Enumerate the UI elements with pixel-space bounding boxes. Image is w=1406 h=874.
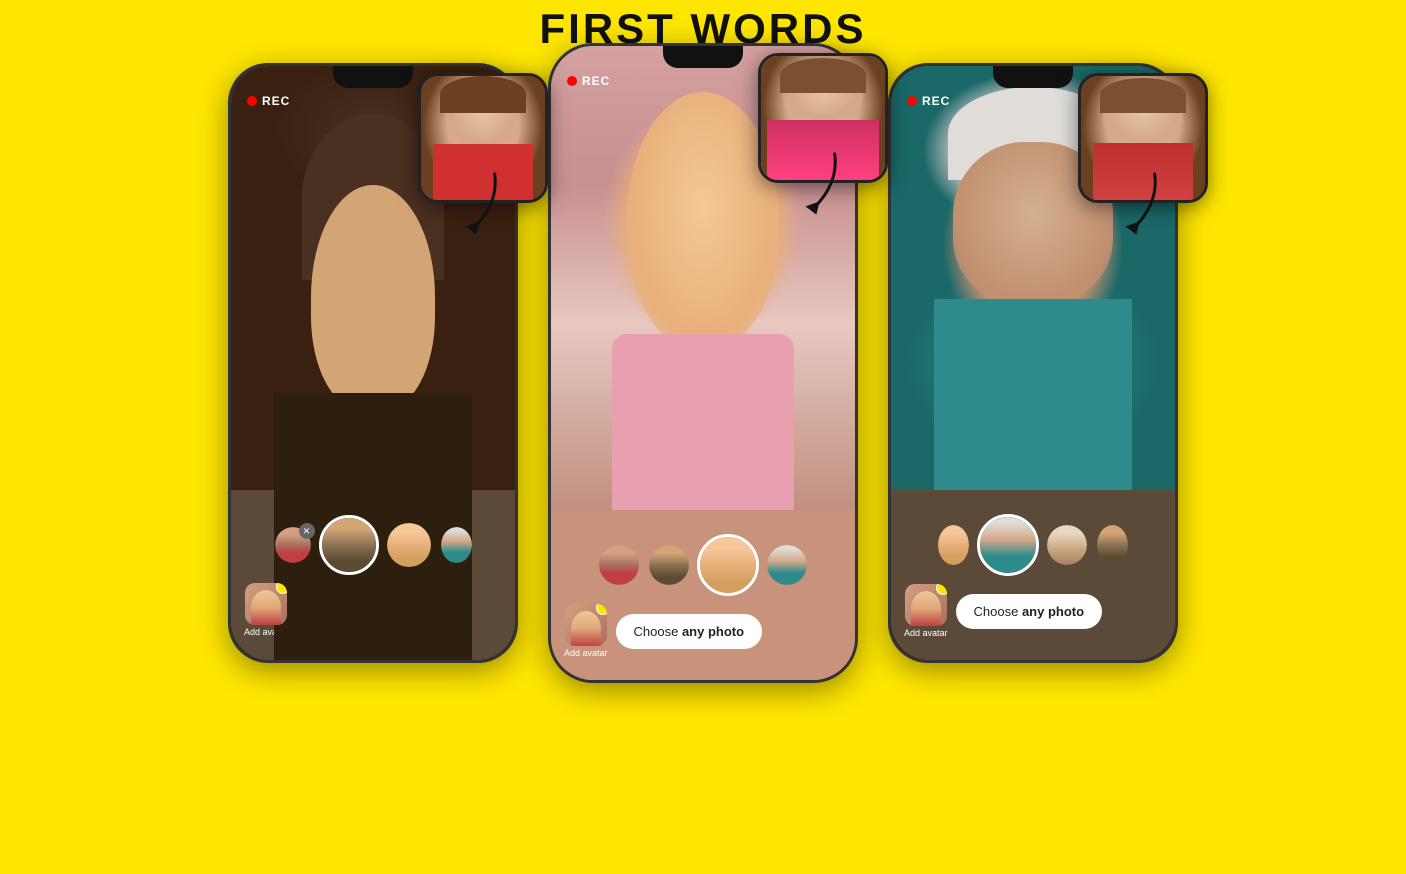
avatar-figure-1 [251, 590, 281, 625]
thumb-partial-1[interactable] [439, 525, 474, 565]
notch-1 [333, 66, 413, 88]
rec-dot-3 [907, 96, 917, 106]
choose-label-3: Choose [974, 604, 1022, 619]
thumb-baby-active-2[interactable] [697, 534, 759, 596]
choose-row-2: Add avatar Choose any photo [559, 604, 847, 658]
bottom-controls-2: Add avatar Choose any photo [551, 510, 855, 680]
rec-indicator-3: REC [907, 94, 950, 108]
arrow-2 [793, 148, 843, 218]
thumb-partial-left: ✕ [273, 525, 313, 565]
add-avatar-btn-3[interactable]: Add avatar [904, 584, 948, 638]
add-avatar-icon-3 [905, 584, 947, 626]
rec-label-1: REC [262, 94, 290, 108]
thumb-strip-2 [559, 534, 847, 596]
thumb-partial-left-3[interactable] [936, 523, 971, 567]
rec-dot-1 [247, 96, 257, 106]
avatar-yellow-dot-3 [936, 584, 947, 595]
notch-2 [663, 46, 743, 68]
add-avatar-label-3: Add avatar [904, 628, 948, 638]
thumb-queen-active-3[interactable] [977, 514, 1039, 576]
rec-label-2: REC [582, 74, 610, 88]
add-avatar-label-2: Add avatar [564, 648, 608, 658]
thumb-strip-3 [899, 514, 1167, 576]
phone-section-1: REC [228, 63, 518, 663]
choose-bold-3: any photo [1022, 604, 1084, 619]
notch-3 [993, 66, 1073, 88]
add-avatar-btn-2[interactable]: Add avatar [564, 604, 608, 658]
phone-section-3: REC [888, 63, 1178, 663]
choose-bold-2: any photo [682, 624, 744, 639]
arrow-1 [453, 168, 503, 238]
close-badge-1[interactable]: ✕ [299, 523, 315, 539]
rec-label-3: REC [922, 94, 950, 108]
thumb-baby-1[interactable] [385, 521, 433, 569]
avatar-yellow-dot-1 [276, 583, 287, 594]
phones-container: REC [0, 63, 1406, 683]
bottom-controls-3: Add avatar Choose any photo [891, 490, 1175, 660]
avatar-figure-3 [911, 591, 941, 626]
add-avatar-icon-1 [245, 583, 287, 625]
avatar-yellow-dot-2 [596, 604, 607, 615]
thumb-mona-active-1[interactable] [319, 515, 379, 575]
rec-dot-2 [567, 76, 577, 86]
choose-photo-bubble-2[interactable]: Choose any photo [616, 614, 763, 649]
phone-section-2: REC [548, 43, 858, 683]
thumb-dog-3[interactable] [1045, 523, 1089, 567]
rec-indicator-1: REC [247, 94, 290, 108]
choose-label-2: Choose [634, 624, 682, 639]
thumb-mona-2[interactable] [647, 543, 691, 587]
avatar-figure-2 [571, 611, 601, 646]
choose-photo-bubble-3[interactable]: Choose any photo [956, 594, 1103, 629]
rec-indicator-2: REC [567, 74, 610, 88]
thumb-queen-2[interactable] [765, 543, 809, 587]
arrow-3 [1113, 168, 1163, 238]
choose-row-3: Add avatar Choose any photo [899, 584, 1167, 638]
thumb-user-2[interactable] [597, 543, 641, 587]
add-avatar-icon-2 [565, 604, 607, 646]
thumb-partial-right-3[interactable] [1095, 523, 1130, 567]
